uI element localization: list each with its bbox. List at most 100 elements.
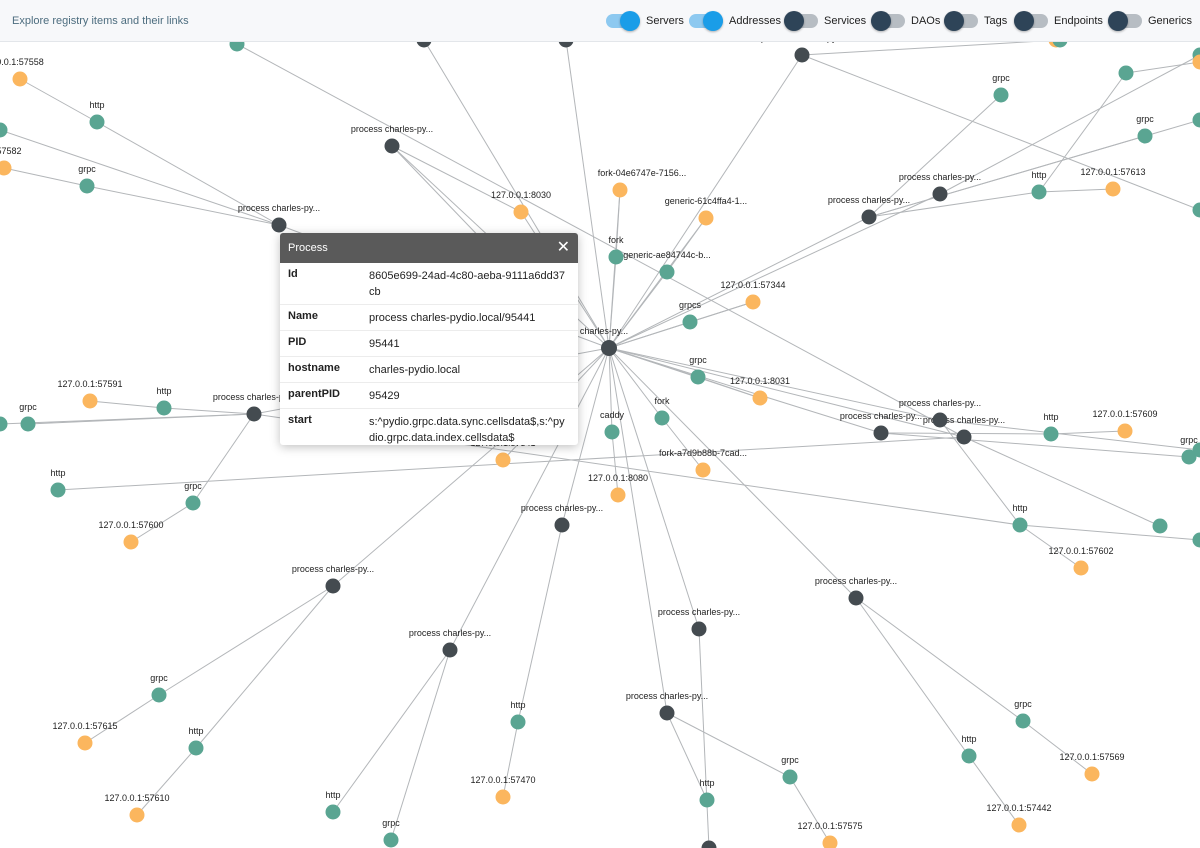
- graph-node-process[interactable]: process charles-py...: [658, 607, 740, 637]
- node-circle[interactable]: [782, 769, 798, 785]
- node-circle[interactable]: [659, 264, 675, 280]
- node-circle[interactable]: [151, 687, 167, 703]
- node-circle[interactable]: [79, 178, 95, 194]
- graph-node-server[interactable]: [1192, 112, 1200, 128]
- toggle-knob[interactable]: [620, 11, 640, 31]
- node-circle[interactable]: [1192, 532, 1200, 548]
- node-circle[interactable]: [608, 249, 624, 265]
- node-circle[interactable]: [1015, 713, 1031, 729]
- node-circle[interactable]: [246, 406, 262, 422]
- graph-node-address[interactable]: 127.0.0.1:57470: [470, 775, 536, 805]
- graph-node-address[interactable]: 127.0.0.1:57610: [104, 793, 170, 823]
- node-circle[interactable]: [1031, 184, 1047, 200]
- node-circle[interactable]: [1084, 766, 1100, 782]
- node-circle[interactable]: [1105, 181, 1121, 197]
- graph-node-address[interactable]: 127.0.0.1:57600: [98, 520, 164, 550]
- graph-node-address[interactable]: 127.0.0.1:8080: [588, 473, 648, 503]
- toggle-knob[interactable]: [1108, 11, 1128, 31]
- node-circle[interactable]: [185, 495, 201, 511]
- graph-node-server[interactable]: http: [510, 700, 526, 730]
- graph-node-server[interactable]: grpc: [1136, 114, 1154, 144]
- graph-node-server[interactable]: [0, 416, 8, 432]
- node-circle[interactable]: [1152, 518, 1168, 534]
- graph-node-process[interactable]: process charles-py...: [292, 564, 374, 594]
- node-circle[interactable]: [554, 517, 570, 533]
- toggle-track[interactable]: [689, 11, 723, 31]
- graph-node-server[interactable]: fork: [608, 235, 624, 265]
- graph-node-server[interactable]: http: [699, 778, 715, 808]
- graph-node-address[interactable]: generic-61c4ffa4-1...: [665, 196, 747, 226]
- node-circle[interactable]: [873, 425, 889, 441]
- node-circle[interactable]: [510, 714, 526, 730]
- node-circle[interactable]: [848, 590, 864, 606]
- node-circle[interactable]: [698, 210, 714, 226]
- node-circle[interactable]: [932, 186, 948, 202]
- node-circle[interactable]: [77, 735, 93, 751]
- graph-node-address[interactable]: fork-04e6747e-7156...: [598, 168, 687, 198]
- node-circle[interactable]: [50, 482, 66, 498]
- node-circle[interactable]: [745, 294, 761, 310]
- node-circle[interactable]: [442, 642, 458, 658]
- graph-node-server[interactable]: [1152, 518, 1168, 534]
- node-circle[interactable]: [123, 534, 139, 550]
- graph-node-address[interactable]: 127.0.0.1:57575: [797, 821, 863, 848]
- toggle-servers[interactable]: Servers: [606, 10, 684, 32]
- node-circle[interactable]: [699, 792, 715, 808]
- graph-node-address[interactable]: fork-a7d9b88b-7cad...: [659, 448, 747, 478]
- toggle-knob[interactable]: [871, 11, 891, 31]
- graph-node-process[interactable]: process charles-py...: [351, 124, 433, 154]
- node-circle[interactable]: [1192, 202, 1200, 218]
- node-circle[interactable]: [0, 160, 12, 176]
- node-circle[interactable]: [610, 487, 626, 503]
- node-circle[interactable]: [612, 182, 628, 198]
- graph-node-address[interactable]: 127.0.0.1:57591: [57, 379, 123, 409]
- node-circle[interactable]: [1117, 423, 1133, 439]
- node-circle[interactable]: [325, 578, 341, 594]
- node-circle[interactable]: [1118, 65, 1134, 81]
- node-circle[interactable]: [601, 340, 617, 356]
- node-circle[interactable]: [752, 390, 768, 406]
- graph-node-server[interactable]: http: [156, 386, 172, 416]
- node-circle[interactable]: [695, 462, 711, 478]
- node-circle[interactable]: [383, 832, 399, 848]
- toggle-knob[interactable]: [1014, 11, 1034, 31]
- toggle-knob[interactable]: [944, 11, 964, 31]
- node-circle[interactable]: [89, 114, 105, 130]
- node-circle[interactable]: [956, 429, 972, 445]
- node-circle[interactable]: [513, 204, 529, 220]
- graph-node-address[interactable]: 127.0.0.1:57442: [986, 803, 1052, 833]
- graph-node-process[interactable]: process charles-py...: [840, 411, 922, 441]
- toggle-services[interactable]: Services: [784, 10, 866, 32]
- toggle-track[interactable]: [784, 11, 818, 31]
- toggle-track[interactable]: [1014, 11, 1048, 31]
- toggle-track[interactable]: [871, 11, 905, 31]
- node-circle[interactable]: [156, 400, 172, 416]
- graph-node-process[interactable]: process charles-py...: [238, 203, 320, 233]
- graph-node-process[interactable]: process charles-py...: [409, 628, 491, 658]
- node-circle[interactable]: [1137, 128, 1153, 144]
- graph-node-process[interactable]: process charles-py...: [828, 195, 910, 225]
- graph-node-server[interactable]: [0, 122, 8, 138]
- toggle-track[interactable]: [944, 11, 978, 31]
- graph-node-process[interactable]: [701, 840, 717, 848]
- graph-node-process[interactable]: process charles-py...: [815, 576, 897, 606]
- close-icon[interactable]: ✕: [557, 240, 570, 256]
- toggle-knob[interactable]: [784, 11, 804, 31]
- toggle-addresses[interactable]: Addresses: [689, 10, 781, 32]
- toggle-endpoints[interactable]: Endpoints: [1014, 10, 1103, 32]
- node-circle[interactable]: [993, 87, 1009, 103]
- node-circle[interactable]: [129, 807, 145, 823]
- graph-node-server[interactable]: grpc: [19, 402, 37, 432]
- graph-node-address[interactable]: 0.0.1:57558: [0, 57, 44, 87]
- graph-node-process[interactable]: process charles-py...: [521, 503, 603, 533]
- node-circle[interactable]: [495, 452, 511, 468]
- graph-node-server[interactable]: http: [1043, 412, 1059, 442]
- node-circle[interactable]: [932, 412, 948, 428]
- node-circle[interactable]: [0, 416, 8, 432]
- node-circle[interactable]: [12, 71, 28, 87]
- graph-node-server[interactable]: generic-ae84744c-b...: [623, 250, 711, 280]
- node-circle[interactable]: [701, 840, 717, 848]
- toggle-tags[interactable]: Tags: [944, 10, 1007, 32]
- node-circle[interactable]: [682, 314, 698, 330]
- node-circle[interactable]: [495, 789, 511, 805]
